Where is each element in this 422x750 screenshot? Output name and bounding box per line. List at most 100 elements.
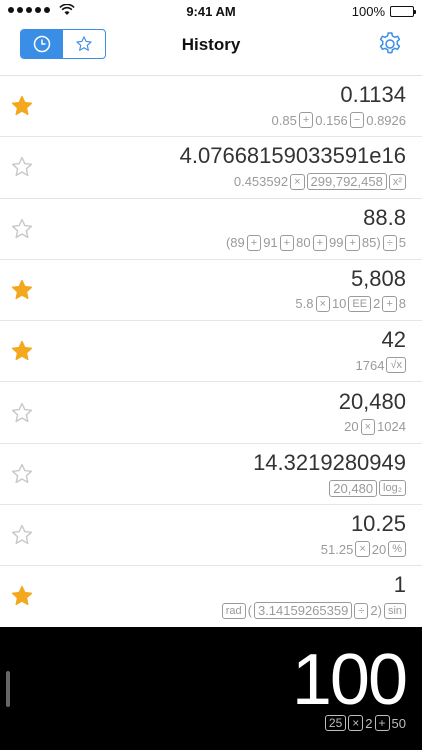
expression-token: 91 (263, 235, 278, 251)
star-filled-icon (11, 340, 33, 361)
history-result: 4.07668159033591e16 (179, 143, 406, 169)
star-toggle-on[interactable] (10, 94, 34, 118)
star-toggle-off[interactable] (10, 155, 34, 179)
expression-operator-box: × (290, 173, 305, 190)
history-row[interactable]: 10.25 51.25 × 20% (0, 505, 422, 567)
expression-token: 0.156 (315, 112, 348, 128)
expression-operator-box: rad (221, 602, 246, 619)
expression-token: 99 (329, 235, 344, 251)
expression-operator-box: × (315, 295, 330, 312)
battery-status: 100% (351, 4, 416, 19)
history-row[interactable]: 4.07668159033591e16 0.453592 × 299,792,458 x… (0, 137, 422, 199)
history-result: 10.25 (350, 511, 406, 537)
history-row[interactable]: 1 rad(3.14159265359 ÷ 2) sin (0, 566, 422, 627)
expression-operator-box: × (348, 715, 364, 731)
tab-all-history[interactable] (21, 30, 63, 58)
expression-token: 2) (370, 603, 382, 619)
history-list[interactable]: 0.1134 0.85 +0.156−0.8926 4.07668159033591e… (0, 76, 422, 627)
expression-operator-box: × (360, 418, 376, 435)
battery-percent: 100% (351, 4, 385, 19)
history-result: 14.3219280949 (253, 449, 406, 475)
history-expression: 20,480 log₂ (329, 479, 406, 497)
history-row[interactable]: 20,480 20 × 1024 (0, 383, 422, 444)
nav-bar: History (0, 24, 422, 76)
expression-token: (89 (225, 235, 245, 251)
expression-operator-box: + (345, 234, 360, 251)
expression-token: 0.85 (271, 112, 297, 128)
expression-operator-box: 25 (324, 715, 347, 731)
history-expression: 5.8 × 10 EE 2 +8 (295, 295, 406, 312)
star-filled-icon (11, 279, 33, 299)
expression-number-box: 299,792,458 (306, 173, 387, 191)
history-expression: 0.453592 × 299,792,458 x² (233, 173, 406, 191)
star-toggle-on[interactable] (10, 278, 34, 302)
history-expression: 1764 √x (355, 357, 406, 374)
expression-token: 85) (361, 235, 381, 251)
battery-icon (390, 6, 416, 17)
history-result: 20,480 (338, 388, 406, 414)
expression-operator-box: log₂ (379, 480, 406, 497)
clock-icon (33, 35, 51, 53)
expression-operator-box: % (388, 541, 406, 558)
star-outline-icon (11, 218, 33, 238)
star-toggle-off[interactable] (10, 523, 34, 547)
expression-token: 51.25 (320, 541, 354, 557)
expression-operator-box: − (349, 112, 365, 128)
expression-token: 0.453592 (233, 174, 289, 190)
star-toggle-off[interactable] (10, 401, 34, 425)
star-toggle-on[interactable] (10, 584, 34, 608)
history-result: 1 (393, 572, 406, 598)
display-expression: 25 × 2 +50 (324, 715, 406, 731)
expression-token: 8 (398, 296, 406, 312)
expression-token: 50 (391, 715, 406, 731)
expression-operator-box: + (246, 234, 262, 251)
gear-icon (379, 32, 401, 54)
history-row[interactable]: 5,808 5.8 × 10 EE 2 +8 (0, 260, 422, 322)
history-row[interactable]: 88.8 (89 +91 +80 +99 +85) ÷ 5 (0, 199, 422, 260)
expression-token: ( (247, 603, 252, 619)
history-filter-segmented-control (20, 29, 106, 59)
history-row[interactable]: 0.1134 0.85 +0.156−0.8926 (0, 76, 422, 138)
star-toggle-on[interactable] (10, 339, 34, 363)
history-result: 88.8 (363, 204, 406, 230)
expression-token: 5 (398, 235, 406, 251)
history-result: 0.1134 (340, 82, 406, 107)
history-result: 5,808 (350, 265, 406, 291)
star-icon (76, 36, 92, 51)
settings-button[interactable] (376, 30, 404, 58)
expression-token: 10 (331, 296, 347, 312)
star-filled-icon (11, 95, 33, 116)
expression-token: 20 (344, 419, 359, 434)
star-outline-icon (11, 463, 33, 483)
expression-token: 0.8926 (366, 112, 406, 128)
star-outline-icon (11, 157, 33, 177)
history-row[interactable]: 14.3219280949 20,480 log₂ (0, 444, 422, 506)
history-expression: (89 +91 +80 +99 +85) ÷ 5 (225, 234, 406, 251)
history-expression: rad(3.14159265359 ÷ 2) sin (221, 602, 406, 620)
expression-token: 2 (373, 296, 381, 312)
expression-token: 5.8 (295, 296, 314, 312)
expression-token: 2 (365, 715, 373, 731)
history-row[interactable]: 42 1764 √x (0, 321, 422, 383)
expression-token: 1764 (355, 357, 385, 373)
expression-operator-box: EE (348, 295, 372, 312)
expression-operator-box: + (279, 234, 295, 251)
expression-number-box: 20,480 (329, 479, 378, 497)
expression-operator-box: + (374, 715, 390, 731)
star-outline-icon (11, 402, 33, 422)
calculator-display: 100 25 × 2 +50 (0, 627, 422, 750)
expression-operator-box: + (382, 295, 397, 312)
expression-number-box: 3.14159265359 (253, 602, 353, 620)
expression-operator-box: x² (388, 173, 406, 190)
star-toggle-off[interactable] (10, 217, 34, 241)
expression-operator-box: ÷ (354, 602, 369, 619)
expression-operator-box: + (298, 112, 314, 128)
history-expression: 0.85 +0.156−0.8926 (271, 112, 406, 128)
history-expression: 51.25 × 20% (320, 541, 406, 558)
status-bar: 9:41 AM 100% (0, 0, 422, 24)
drag-handle[interactable] (6, 671, 10, 707)
star-toggle-off[interactable] (10, 462, 34, 486)
display-value: 100 (291, 640, 408, 720)
expression-token: 1024 (377, 419, 406, 434)
tab-starred-history[interactable] (63, 30, 105, 58)
